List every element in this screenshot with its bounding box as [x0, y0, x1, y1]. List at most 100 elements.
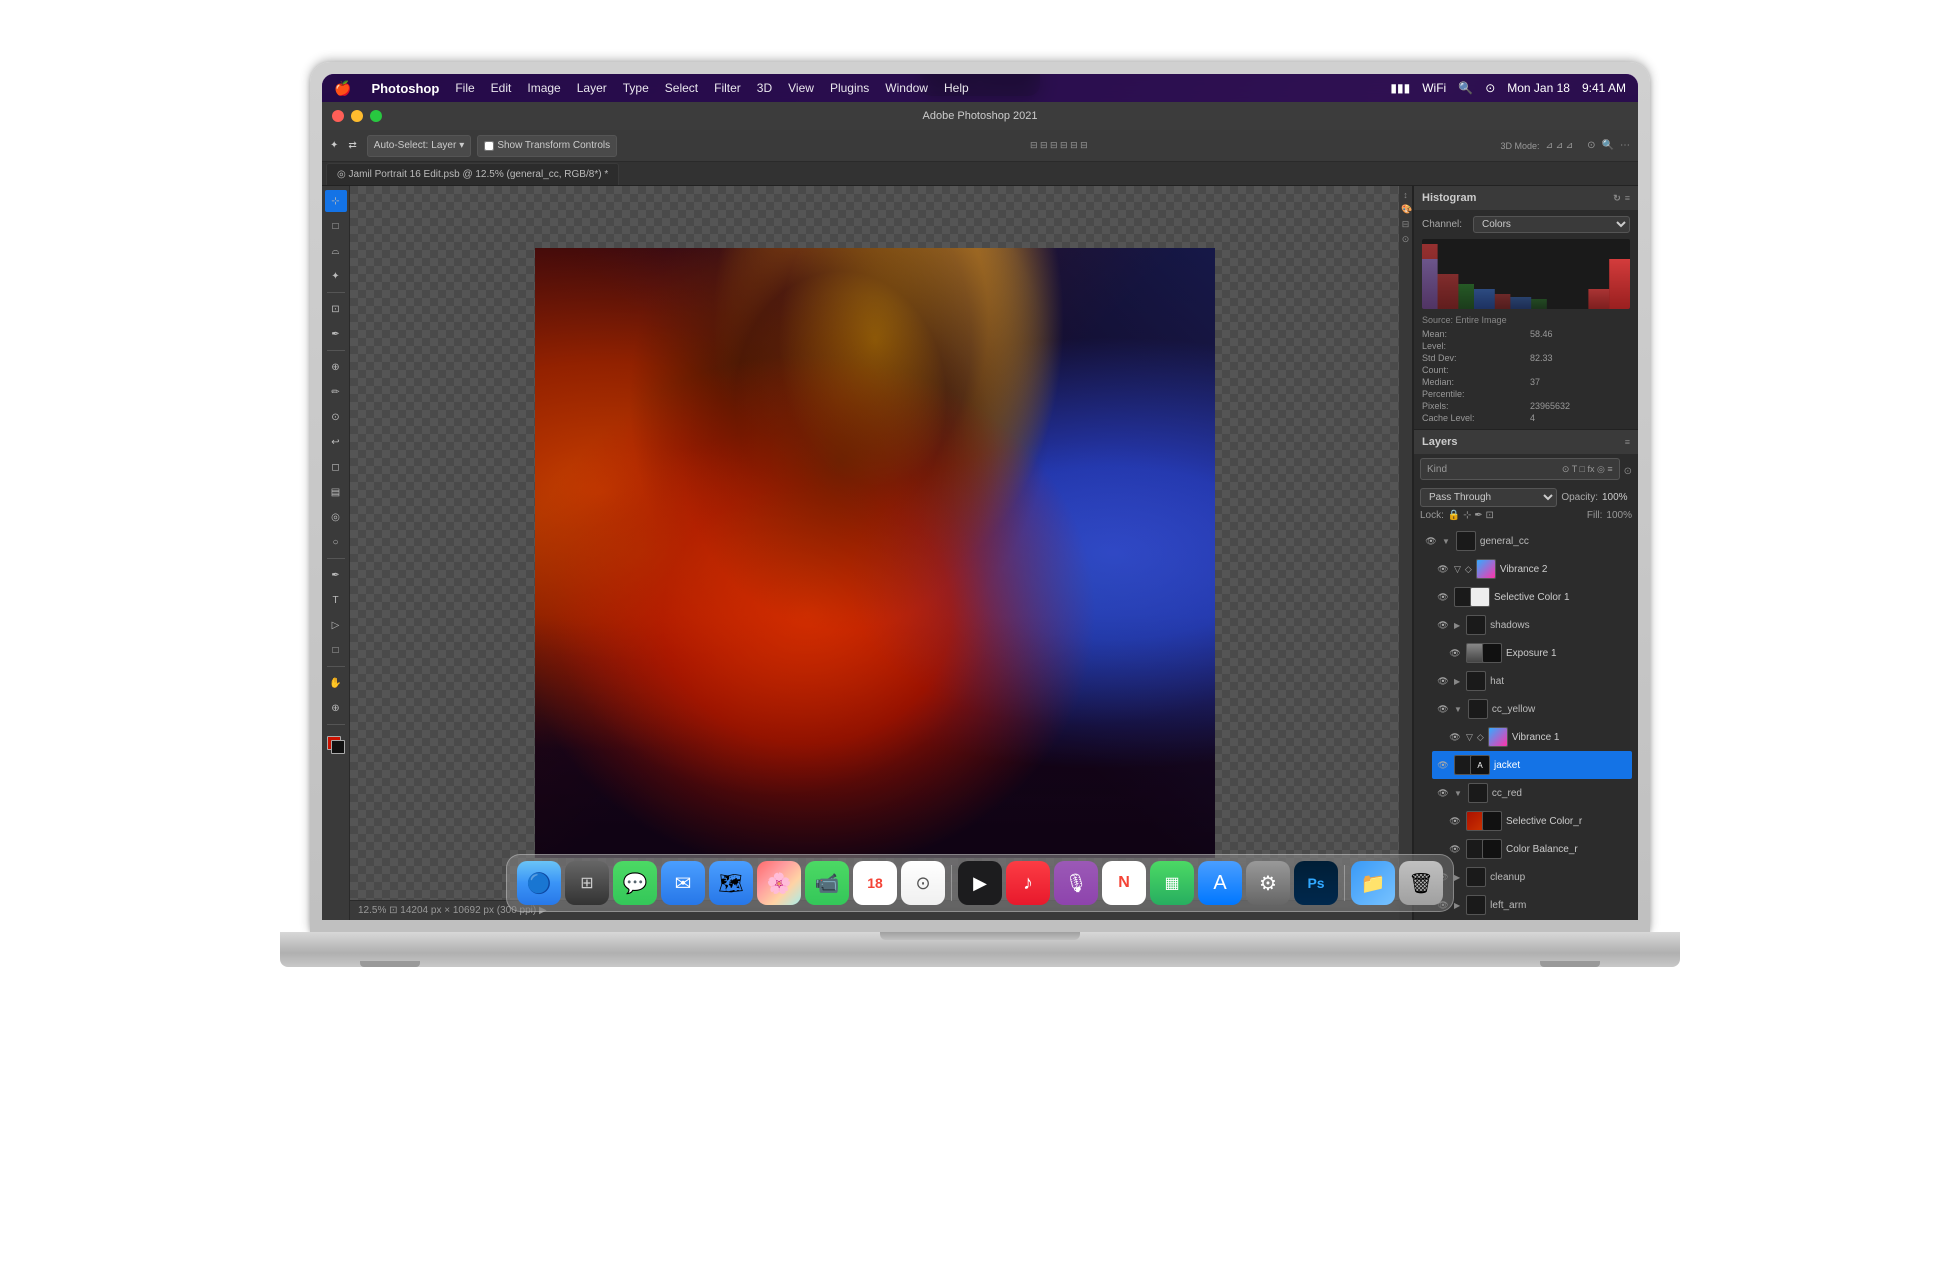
eye-icon[interactable]: 👁 — [1436, 702, 1450, 716]
heal-tool[interactable]: ⊕ — [325, 356, 347, 378]
eye-icon[interactable]: 👁 — [1436, 562, 1450, 576]
group-arrow-icon[interactable]: ▶ — [1454, 873, 1460, 882]
layers-filter-toggle[interactable]: ⊙ — [1624, 466, 1632, 477]
panel-icon-4[interactable]: ⊙ — [1401, 234, 1410, 245]
crop-tool[interactable]: ⊡ — [325, 298, 347, 320]
dock-music[interactable]: ♪ — [1006, 861, 1050, 905]
eye-icon[interactable]: 👁 — [1448, 730, 1462, 744]
dock-mail[interactable]: ✉ — [661, 861, 705, 905]
background-color[interactable] — [331, 740, 345, 754]
menubar-edit[interactable]: Edit — [491, 81, 512, 95]
eye-icon[interactable]: 👁 — [1436, 758, 1450, 772]
move-tool[interactable]: ⊹ — [325, 190, 347, 212]
eyedropper-tool[interactable]: ✒ — [325, 323, 347, 345]
layer-left-arm[interactable]: 👁 ▶ left_arm — [1432, 891, 1632, 919]
dock-appstore[interactable]: A — [1198, 861, 1242, 905]
menubar-select[interactable]: Select — [665, 81, 698, 95]
gradient-tool[interactable]: ▤ — [325, 481, 347, 503]
menubar-layer[interactable]: Layer — [577, 81, 607, 95]
layer-color-balance-r[interactable]: 👁 Color Balance_r — [1444, 835, 1632, 863]
marquee-tool[interactable]: □ — [325, 215, 347, 237]
eye-icon[interactable]: 👁 — [1448, 646, 1462, 660]
zoom-tool[interactable]: ⊕ — [325, 697, 347, 719]
dock-system-preferences[interactable]: ⚙ — [1246, 861, 1290, 905]
dock-numbers[interactable]: ▦ — [1150, 861, 1194, 905]
apple-logo-icon[interactable]: 🍎 — [334, 80, 351, 97]
dock-photoshop[interactable]: Ps — [1294, 861, 1338, 905]
menubar-file[interactable]: File — [455, 81, 474, 95]
menubar-filter[interactable]: Filter — [714, 81, 741, 95]
menubar-image[interactable]: Image — [527, 81, 560, 95]
layer-cleanup[interactable]: 👁 ▶ cleanup — [1432, 863, 1632, 891]
lasso-tool[interactable]: ⌓ — [325, 240, 347, 262]
layer-selective-color1[interactable]: 👁 Selective Color 1 — [1432, 583, 1632, 611]
text-tool[interactable]: T — [325, 589, 347, 611]
group-arrow-icon[interactable]: ▶ — [1454, 677, 1460, 686]
menubar-siri-icon[interactable]: ⊙ — [1485, 81, 1495, 95]
dock-photos[interactable]: 🌸 — [757, 861, 801, 905]
eye-icon[interactable]: 👁 — [1436, 674, 1450, 688]
dock-contacts[interactable]: ⊙ — [901, 861, 945, 905]
dock-messages[interactable]: 💬 — [613, 861, 657, 905]
menubar-help[interactable]: Help — [944, 81, 969, 95]
eye-icon[interactable]: 👁 — [1436, 786, 1450, 800]
dock-appletv[interactable]: ▶ — [958, 861, 1002, 905]
menubar-plugins[interactable]: Plugins — [830, 81, 869, 95]
eraser-tool[interactable]: ◻ — [325, 456, 347, 478]
group-arrow-icon[interactable]: ▼ — [1454, 705, 1462, 714]
eye-icon[interactable]: 👁 — [1448, 842, 1462, 856]
search-panel-icon[interactable]: ⊙ — [1587, 140, 1595, 151]
histogram-menu-icon[interactable]: ≡ — [1625, 193, 1630, 203]
dock-facetime[interactable]: 📹 — [805, 861, 849, 905]
path-select-tool[interactable]: ▷ — [325, 614, 347, 636]
dock-finder-2[interactable]: 📁 — [1351, 861, 1395, 905]
group-arrow-icon[interactable]: ▶ — [1454, 901, 1460, 910]
transform-checkbox[interactable] — [484, 141, 494, 151]
transform-controls-btn[interactable]: Show Transform Controls — [477, 135, 617, 157]
menubar-app-name[interactable]: Photoshop — [371, 81, 439, 96]
dock-maps[interactable]: 🗺 — [709, 861, 753, 905]
workspace-icon[interactable]: 🔍 — [1602, 140, 1614, 151]
histogram-panel-header[interactable]: Histogram ↻ ≡ — [1414, 186, 1638, 210]
menubar-type[interactable]: Type — [623, 81, 649, 95]
menubar-search-icon[interactable]: 🔍 — [1458, 81, 1473, 95]
shape-tool[interactable]: □ — [325, 639, 347, 661]
eye-icon[interactable]: 👁 — [1424, 534, 1438, 548]
dock-launchpad[interactable]: ⊞ — [565, 861, 609, 905]
dock-news[interactable]: N — [1102, 861, 1146, 905]
dock-calendar[interactable]: 18 — [853, 861, 897, 905]
panel-icon-1[interactable]: ↕ — [1401, 190, 1410, 200]
blur-tool[interactable]: ◎ — [325, 506, 347, 528]
auto-select-btn[interactable]: Auto-Select: Layer ▾ — [367, 135, 472, 157]
panel-icon-3[interactable]: ⊟ — [1401, 219, 1410, 230]
layer-vibrance2[interactable]: 👁 ▽ ◇ Vibrance 2 — [1432, 555, 1632, 583]
more-icon[interactable]: ⋯ — [1620, 140, 1630, 151]
blend-mode-select[interactable]: Pass Through — [1420, 488, 1557, 507]
layer-jacket[interactable]: 👁 A jacket — [1432, 751, 1632, 779]
ps-canvas-area[interactable]: 12.5% ⊡ 14204 px × 10692 px (300 ppi) ▶ — [350, 186, 1399, 920]
dock-finder[interactable]: 🔵 — [517, 861, 561, 905]
magic-wand-tool[interactable]: ✦ — [325, 265, 347, 287]
pen-tool[interactable]: ✒ — [325, 564, 347, 586]
color-swatches[interactable] — [325, 734, 347, 756]
dock-podcasts[interactable]: 🎙 — [1054, 861, 1098, 905]
layers-search-bar[interactable]: Kind ⊙ T □ fx ◎ ≡ — [1420, 458, 1620, 480]
history-brush-tool[interactable]: ↩ — [325, 431, 347, 453]
layer-shadows[interactable]: 👁 ▶ shadows — [1432, 611, 1632, 639]
eye-icon[interactable]: 👁 — [1436, 618, 1450, 632]
layer-vibrance1[interactable]: 👁 ▽ ◇ Vibrance 1 — [1444, 723, 1632, 751]
minimize-button[interactable] — [351, 110, 363, 122]
brush-tool[interactable]: ✏ — [325, 381, 347, 403]
histogram-refresh-icon[interactable]: ↻ — [1613, 193, 1621, 204]
group-arrow-icon[interactable]: ▼ — [1442, 537, 1450, 546]
layer-exposure1[interactable]: 👁 Exposure 1 — [1444, 639, 1632, 667]
eye-icon[interactable]: 👁 — [1448, 814, 1462, 828]
layer-cc-red[interactable]: 👁 ▼ cc_red — [1432, 779, 1632, 807]
layer-cc-yellow[interactable]: 👁 ▼ cc_yellow — [1432, 695, 1632, 723]
menubar-view[interactable]: View — [788, 81, 814, 95]
group-arrow-icon[interactable]: ▶ — [1454, 621, 1460, 630]
layer-selective-color-r[interactable]: 👁 Selective Color_r — [1444, 807, 1632, 835]
dodge-tool[interactable]: ○ — [325, 531, 347, 553]
layers-menu-icon[interactable]: ≡ — [1625, 437, 1630, 447]
dock-trash[interactable]: 🗑 — [1399, 861, 1443, 905]
